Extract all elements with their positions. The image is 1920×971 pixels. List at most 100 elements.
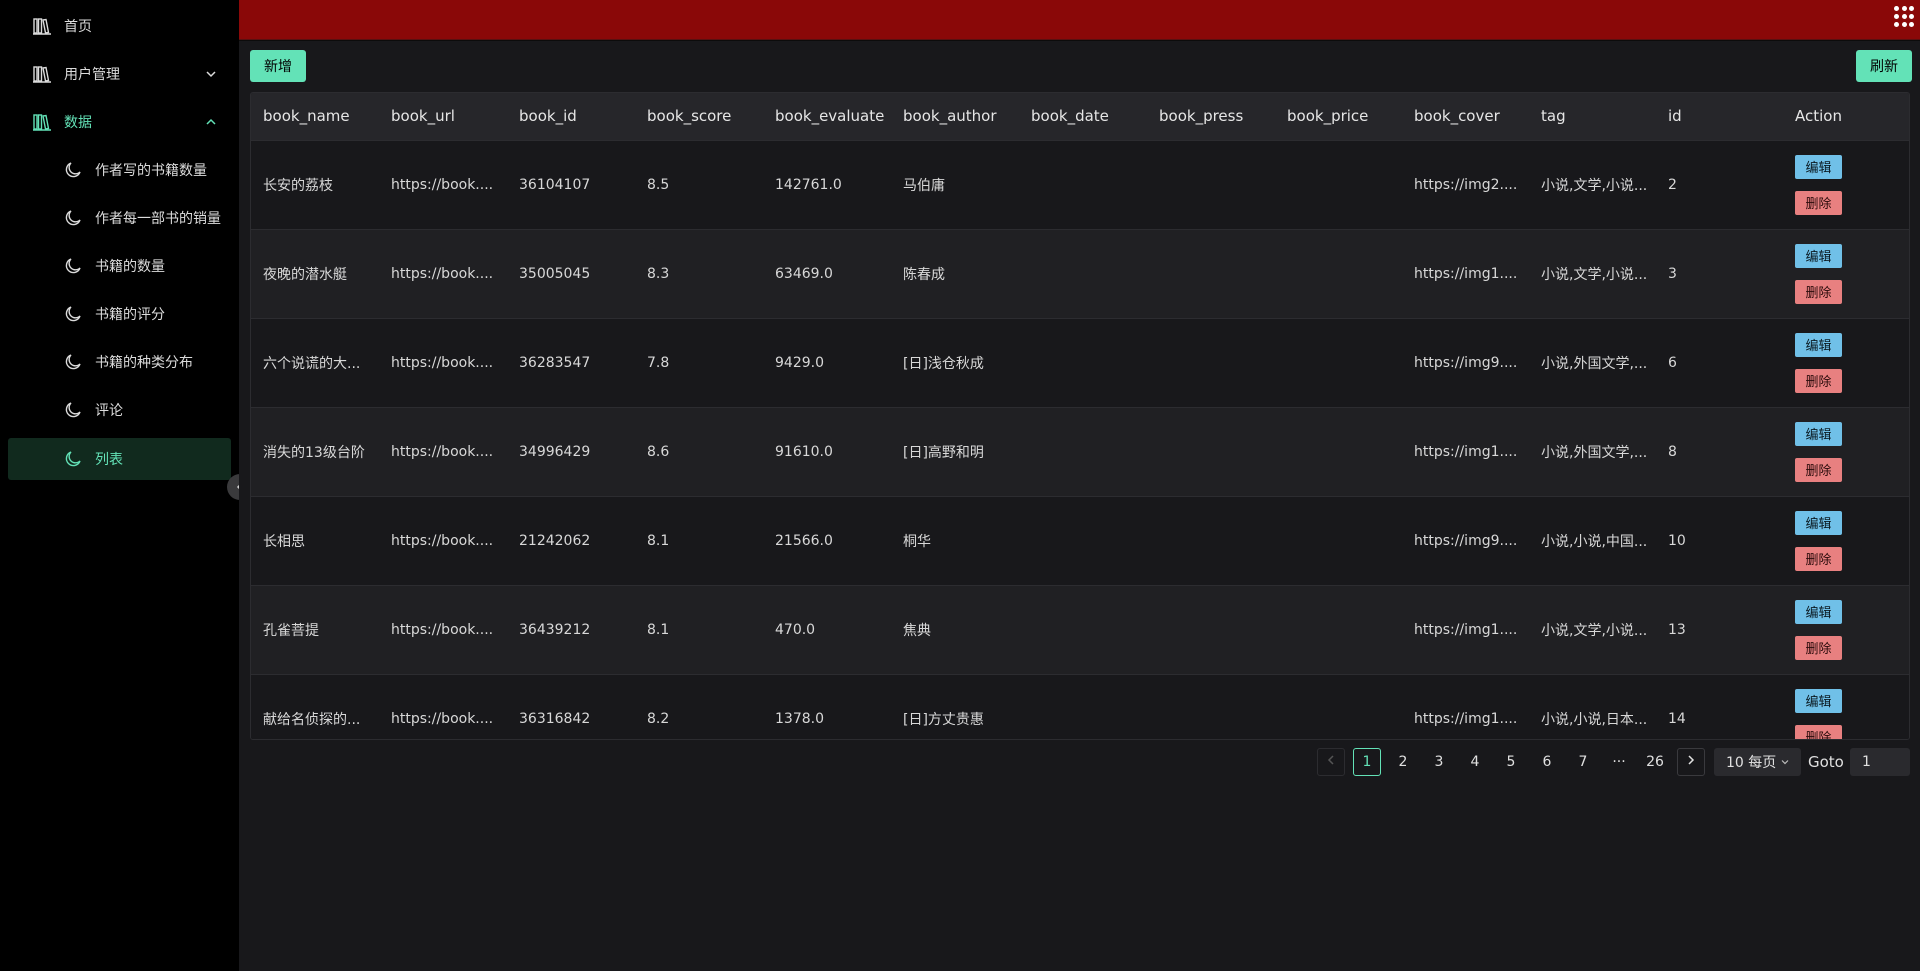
page-ellipsis[interactable]: ··· bbox=[1605, 748, 1633, 776]
column-header[interactable]: id bbox=[1656, 93, 1783, 141]
sidebar-item-label: 作者写的书籍数量 bbox=[95, 163, 207, 179]
sidebar-item-label: 书籍的数量 bbox=[95, 259, 165, 275]
column-header[interactable]: book_cover bbox=[1402, 93, 1529, 141]
column-header[interactable]: book_score bbox=[635, 93, 763, 141]
moon-icon bbox=[63, 400, 83, 420]
column-header[interactable]: book_evaluate bbox=[763, 93, 891, 141]
table-header-row: book_name book_url book_id book_score bo… bbox=[251, 93, 1909, 141]
column-header[interactable]: book_date bbox=[1019, 93, 1147, 141]
page-button-5[interactable]: 5 bbox=[1497, 748, 1525, 776]
table-row: 夜晚的潜水艇 https://book.... 35005045 8.3 63469.0… bbox=[251, 229, 1909, 319]
table-cell-id: 13 bbox=[1656, 585, 1783, 675]
table-cell-book_price bbox=[1275, 407, 1402, 497]
column-header[interactable]: book_price bbox=[1275, 93, 1402, 141]
edit-button[interactable]: 编辑 bbox=[1795, 154, 1842, 179]
sidebar-item-data[interactable]: 数据 bbox=[8, 101, 231, 143]
table-cell-book_evaluate: 91610.0 bbox=[763, 407, 891, 497]
sidebar-item-book-count[interactable]: 书籍的数量 bbox=[8, 245, 231, 287]
sidebar-item-comments[interactable]: 评论 bbox=[8, 389, 231, 431]
add-button[interactable]: 新增 bbox=[250, 50, 306, 82]
table-cell-book_score: 8.3 bbox=[635, 229, 763, 319]
column-header[interactable]: book_author bbox=[891, 93, 1019, 141]
table-cell-id: 8 bbox=[1656, 407, 1783, 497]
table-cell-book_score: 8.2 bbox=[635, 674, 763, 739]
delete-button[interactable]: 删除 bbox=[1795, 279, 1842, 304]
edit-button[interactable]: 编辑 bbox=[1795, 243, 1842, 268]
edit-button[interactable]: 编辑 bbox=[1795, 421, 1842, 446]
column-header[interactable]: tag bbox=[1529, 93, 1656, 141]
table-cell-book_date bbox=[1019, 318, 1147, 408]
table-cell-book_name: 孔雀菩提 bbox=[251, 585, 379, 675]
table-cell-book_score: 8.1 bbox=[635, 496, 763, 586]
page-button-1[interactable]: 1 bbox=[1353, 748, 1381, 776]
delete-button[interactable]: 删除 bbox=[1795, 546, 1842, 571]
table-cell-action: 编辑 删除 bbox=[1783, 496, 1909, 586]
page-button-7[interactable]: 7 bbox=[1569, 748, 1597, 776]
next-page-button[interactable] bbox=[1677, 748, 1705, 776]
sidebar-item-book-score[interactable]: 书籍的评分 bbox=[8, 293, 231, 335]
edit-button[interactable]: 编辑 bbox=[1795, 599, 1842, 624]
table-cell-tag: 小说,文学,小说... bbox=[1529, 140, 1656, 230]
apps-grid-icon[interactable] bbox=[1894, 6, 1916, 28]
edit-button[interactable]: 编辑 bbox=[1795, 510, 1842, 535]
table-cell-book_evaluate: 9429.0 bbox=[763, 318, 891, 408]
sidebar-item-label: 作者每一部书的销量 bbox=[95, 211, 221, 227]
edit-button[interactable]: 编辑 bbox=[1795, 688, 1842, 713]
column-header[interactable]: book_press bbox=[1147, 93, 1275, 141]
sidebar-item-label: 数据 bbox=[64, 115, 92, 131]
chevron-right-icon bbox=[1685, 754, 1697, 770]
delete-button[interactable]: 删除 bbox=[1795, 368, 1842, 393]
delete-button[interactable]: 删除 bbox=[1795, 724, 1842, 739]
sidebar-item-author-book-count[interactable]: 作者写的书籍数量 bbox=[8, 149, 231, 191]
table-cell-book_score: 8.5 bbox=[635, 140, 763, 230]
refresh-button[interactable]: 刷新 bbox=[1856, 50, 1912, 82]
prev-page-button[interactable] bbox=[1317, 748, 1345, 776]
table-cell-book_date bbox=[1019, 496, 1147, 586]
table-cell-book_url: https://book.... bbox=[379, 585, 507, 675]
edit-button[interactable]: 编辑 bbox=[1795, 332, 1842, 357]
table-cell-book_cover: https://img1.... bbox=[1402, 585, 1529, 675]
table-cell-book_price bbox=[1275, 674, 1402, 739]
table-cell-book_id: 36316842 bbox=[507, 674, 635, 739]
table-cell-book_price bbox=[1275, 496, 1402, 586]
delete-button[interactable]: 删除 bbox=[1795, 635, 1842, 660]
sidebar-item-home[interactable]: 首页 bbox=[8, 5, 231, 47]
table-cell-action: 编辑 删除 bbox=[1783, 585, 1909, 675]
delete-button[interactable]: 删除 bbox=[1795, 190, 1842, 215]
column-header[interactable]: book_url bbox=[379, 93, 507, 141]
page-button-26[interactable]: 26 bbox=[1641, 748, 1669, 776]
table-cell-book_press bbox=[1147, 496, 1275, 586]
sidebar-item-user-management[interactable]: 用户管理 bbox=[8, 53, 231, 95]
table-cell-tag: 小说,外国文学,... bbox=[1529, 407, 1656, 497]
page-button-4[interactable]: 4 bbox=[1461, 748, 1489, 776]
table-cell-book_price bbox=[1275, 140, 1402, 230]
chevron-left-icon bbox=[1325, 754, 1337, 770]
table-cell-book_press bbox=[1147, 229, 1275, 319]
table-cell-id: 3 bbox=[1656, 229, 1783, 319]
table-cell-book_url: https://book.... bbox=[379, 318, 507, 408]
column-header[interactable]: Action bbox=[1783, 93, 1909, 141]
page-button-6[interactable]: 6 bbox=[1533, 748, 1561, 776]
table-cell-book_cover: https://img9.... bbox=[1402, 496, 1529, 586]
table-cell-book_url: https://book.... bbox=[379, 674, 507, 739]
column-header[interactable]: book_name bbox=[251, 93, 379, 141]
table-cell-book_date bbox=[1019, 229, 1147, 319]
table-cell-book_id: 36104107 bbox=[507, 140, 635, 230]
moon-icon bbox=[63, 256, 83, 276]
sidebar-item-author-book-sales[interactable]: 作者每一部书的销量 bbox=[8, 197, 231, 239]
page-button-2[interactable]: 2 bbox=[1389, 748, 1417, 776]
table-cell-action: 编辑 删除 bbox=[1783, 140, 1909, 230]
column-header[interactable]: book_id bbox=[507, 93, 635, 141]
page-button-3[interactable]: 3 bbox=[1425, 748, 1453, 776]
table-cell-book_evaluate: 1378.0 bbox=[763, 674, 891, 739]
sidebar: 首页 用户管理 数据 作者写的书籍数量 作者每一部书的销量 书籍的数量 书籍的评… bbox=[0, 0, 239, 971]
main-content: 新增 刷新 book_name book_url book_id book_sc… bbox=[239, 41, 1920, 971]
goto-page-input[interactable] bbox=[1850, 748, 1910, 776]
table-cell-book_name: 消失的13级台阶 bbox=[251, 407, 379, 497]
sidebar-item-book-category[interactable]: 书籍的种类分布 bbox=[8, 341, 231, 383]
table-cell-book_url: https://book.... bbox=[379, 140, 507, 230]
table-cell-book_author: [日]方丈贵惠 bbox=[891, 674, 1019, 739]
page-size-select[interactable]: 10 每页 bbox=[1714, 748, 1801, 776]
sidebar-item-list[interactable]: 列表 bbox=[8, 438, 231, 480]
delete-button[interactable]: 删除 bbox=[1795, 457, 1842, 482]
